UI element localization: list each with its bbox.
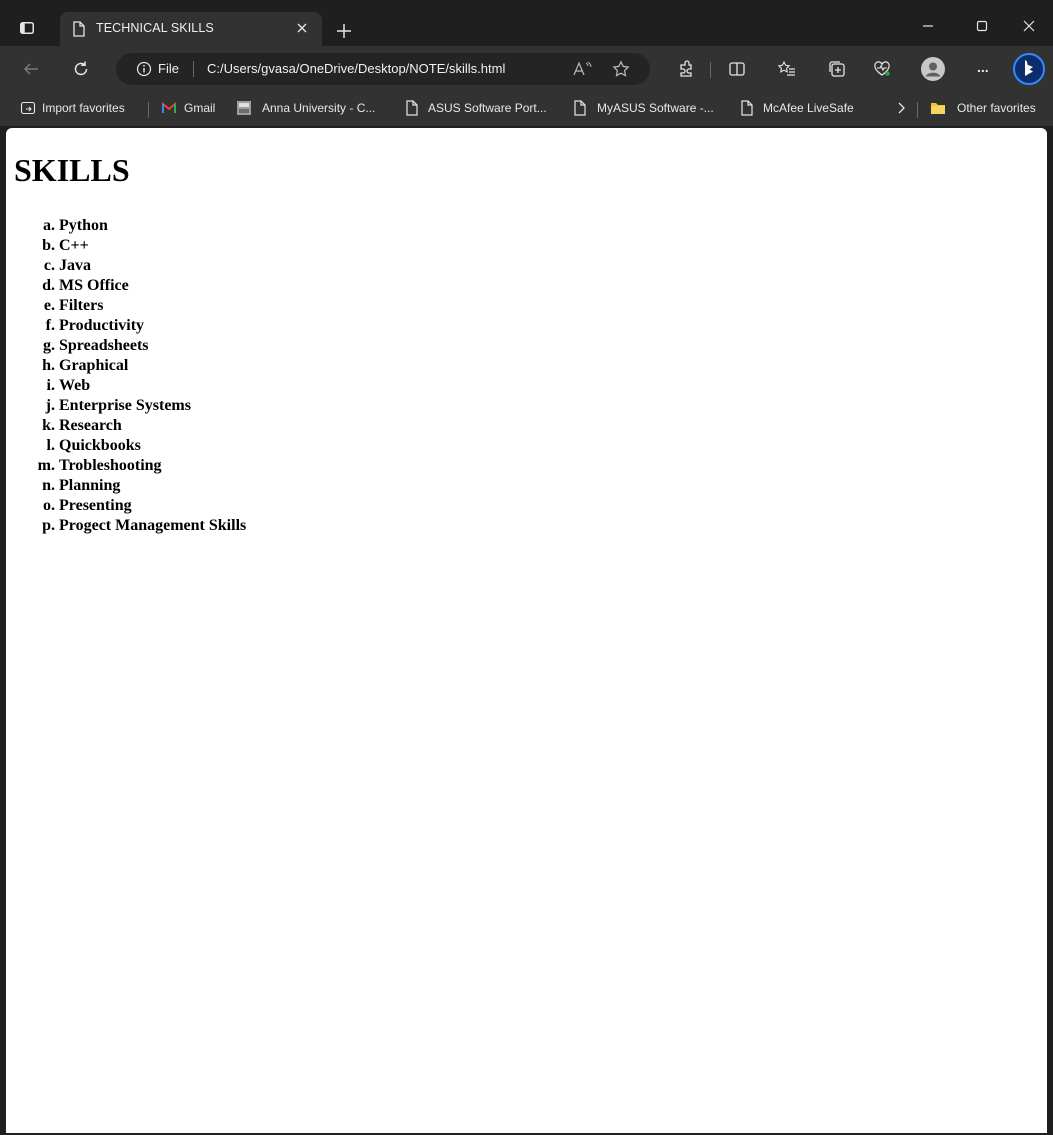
skill-item: Trobleshooting: [59, 456, 246, 476]
title-bar: TECHNICAL SKILLS: [0, 0, 1053, 46]
toolbar-separator: [710, 62, 711, 78]
skill-item: Research: [59, 416, 246, 436]
bookmark-asus-software-portal[interactable]: ASUS Software Port...: [428, 101, 547, 115]
skill-item: C++: [59, 236, 246, 256]
browser-essentials-icon[interactable]: [873, 60, 891, 78]
site-icon: [237, 101, 251, 115]
read-aloud-icon[interactable]: [572, 61, 592, 77]
scheme-label: File: [158, 61, 179, 76]
skill-item: Productivity: [59, 316, 246, 336]
skill-item: Quickbooks: [59, 436, 246, 456]
bing-chat-icon[interactable]: [1013, 53, 1045, 85]
page-icon: [406, 100, 418, 116]
info-icon[interactable]: [136, 61, 152, 77]
split-screen-icon[interactable]: [728, 60, 746, 78]
extensions-icon[interactable]: [677, 60, 695, 78]
bookmark-myasus-software[interactable]: MyASUS Software -...: [597, 101, 714, 115]
page-icon: [73, 21, 85, 37]
skill-item: Planning: [59, 476, 246, 496]
bookmark-mcafee-livesafe[interactable]: McAfee LiveSafe: [763, 101, 854, 115]
folder-icon: [931, 103, 945, 114]
favorite-star-icon[interactable]: [612, 60, 630, 78]
page-content: SKILLS PythonC++JavaMS OfficeFiltersProd…: [6, 128, 1047, 1133]
other-favorites[interactable]: Other favorites: [957, 101, 1036, 115]
bookmark-anna-university[interactable]: Anna University - C...: [262, 101, 375, 115]
skills-list: PythonC++JavaMS OfficeFiltersProductivit…: [6, 216, 246, 536]
bookmark-gmail[interactable]: Gmail: [184, 101, 215, 115]
import-icon: [20, 101, 36, 115]
page-icon: [574, 100, 586, 116]
favorites-bar: Import favorites Gmail Anna University -…: [0, 92, 1053, 126]
tab-title: TECHNICAL SKILLS: [96, 21, 214, 35]
gmail-icon: [162, 101, 176, 113]
skill-item: MS Office: [59, 276, 246, 296]
close-window-icon[interactable]: [1021, 18, 1037, 34]
skill-item: Python: [59, 216, 246, 236]
chevron-right-icon[interactable]: [893, 100, 909, 116]
more-menu-button[interactable]: ...: [977, 59, 989, 75]
page-heading: SKILLS: [14, 152, 130, 188]
skill-item: Web: [59, 376, 246, 396]
back-icon[interactable]: [22, 60, 40, 78]
bookmark-import-favorites[interactable]: Import favorites: [42, 101, 125, 115]
minimize-icon[interactable]: [920, 18, 936, 34]
bookmark-separator: [917, 102, 918, 118]
url-text[interactable]: C:/Users/gvasa/OneDrive/Desktop/NOTE/ski…: [207, 61, 505, 76]
address-bar[interactable]: File C:/Users/gvasa/OneDrive/Desktop/NOT…: [116, 53, 650, 85]
navigation-bar: File C:/Users/gvasa/OneDrive/Desktop/NOT…: [0, 46, 1053, 92]
new-tab-icon[interactable]: [335, 22, 353, 40]
close-tab-icon[interactable]: [294, 20, 310, 36]
refresh-icon[interactable]: [72, 60, 90, 78]
skill-item: Java: [59, 256, 246, 276]
profile-avatar-icon[interactable]: [921, 57, 945, 81]
favorites-icon[interactable]: [778, 60, 796, 78]
maximize-icon[interactable]: [974, 18, 990, 34]
skill-item: Progect Management Skills: [59, 516, 246, 536]
tab-actions-icon[interactable]: [20, 22, 34, 34]
collections-icon[interactable]: [828, 60, 846, 78]
skill-item: Graphical: [59, 356, 246, 376]
skill-item: Filters: [59, 296, 246, 316]
tab-technical-skills[interactable]: TECHNICAL SKILLS: [60, 12, 322, 46]
skill-item: Presenting: [59, 496, 246, 516]
bookmark-separator: [148, 102, 149, 118]
page-icon: [741, 100, 753, 116]
skill-item: Enterprise Systems: [59, 396, 246, 416]
address-separator: [193, 61, 194, 77]
skill-item: Spreadsheets: [59, 336, 246, 356]
